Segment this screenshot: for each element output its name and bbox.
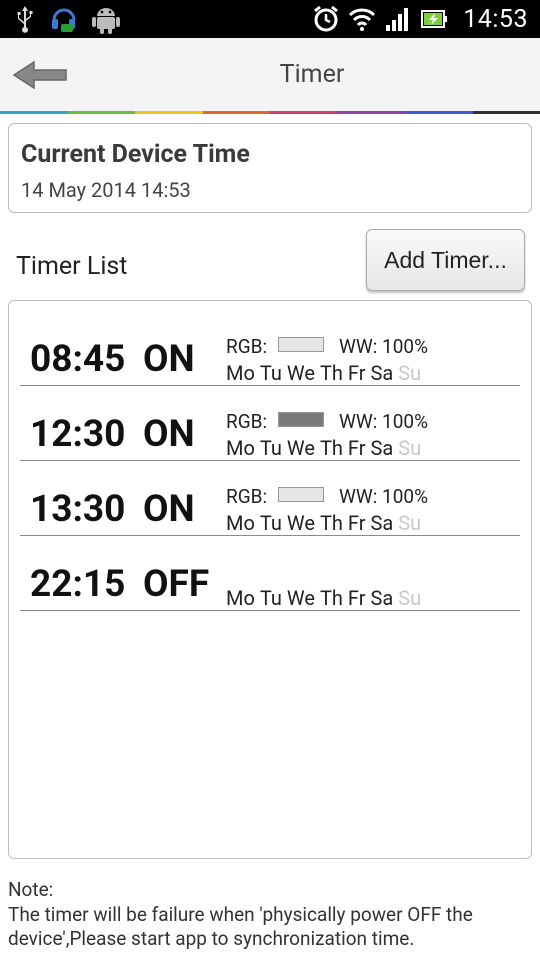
day-label: Sa (370, 511, 394, 535)
status-clock: 14:53 (463, 4, 528, 34)
device-time-label: Current Device Time (21, 140, 250, 169)
day-label: We (286, 361, 315, 385)
timer-time: 22:15 (30, 563, 126, 606)
android-icon (92, 4, 120, 34)
divider-segment (270, 111, 338, 114)
day-label: Su (398, 511, 422, 535)
day-label: Mo (226, 436, 255, 460)
timer-row[interactable]: 12:30 ON RGB: WW: 100% Mo Tu We Th Fr Sa Su (20, 386, 520, 461)
day-label: Tu (259, 586, 282, 610)
day-label: Th (319, 586, 343, 610)
day-label: Th (319, 511, 343, 535)
note-text: The timer will be failure when 'physical… (8, 902, 473, 951)
timer-list-title: Timer List (16, 252, 128, 281)
headset-notification-icon (50, 4, 78, 34)
day-label: Mo (226, 361, 255, 385)
usb-icon (14, 5, 36, 33)
rgb-color-swatch (278, 337, 324, 352)
divider-segment (202, 111, 270, 114)
device-time-card: Current Device Time 14 May 2014 14:53 (8, 123, 532, 213)
wifi-icon (349, 7, 376, 31)
day-label: Fr (347, 436, 366, 460)
divider-segment (405, 111, 473, 114)
timer-days: Mo Tu We Th Fr Sa Su (226, 586, 426, 610)
day-label: We (286, 586, 315, 610)
timer-days: Mo Tu We Th Fr Sa Su (226, 511, 426, 535)
rgb-label: RGB: (226, 410, 268, 433)
day-label: Sa (370, 361, 394, 385)
ww-level: WW: 100% (339, 335, 428, 358)
note: Note: The timer will be failure when 'ph… (8, 878, 534, 952)
day-label: Mo (226, 511, 255, 535)
rgb-label: RGB: (226, 485, 268, 508)
day-label: We (286, 511, 315, 535)
page-title: Timer (279, 60, 345, 89)
timer-days: Mo Tu We Th Fr Sa Su (226, 361, 426, 385)
timer-list: 08:45 ON RGB: WW: 100% Mo Tu We Th Fr Sa Su 12:30 ON… (8, 300, 532, 859)
divider-segment (135, 111, 203, 114)
day-label: We (286, 436, 315, 460)
day-label: Fr (347, 361, 366, 385)
ww-level: WW: 100% (339, 485, 428, 508)
timer-row[interactable]: 22:15 OFF Mo Tu We Th Fr Sa Su (20, 536, 520, 611)
timer-time: 13:30 (30, 488, 126, 531)
day-label: Sa (370, 436, 394, 460)
timer-time: 12:30 (30, 413, 126, 456)
battery-charging-icon (421, 9, 448, 29)
timer-row[interactable]: 13:30 ON RGB: WW: 100% Mo Tu We Th Fr Sa Su (20, 461, 520, 536)
day-label: Tu (259, 436, 282, 460)
day-label: Th (319, 361, 343, 385)
divider-segment (337, 111, 405, 114)
day-label: Fr (347, 586, 366, 610)
timer-state: OFF (143, 563, 210, 606)
timer-days: Mo Tu We Th Fr Sa Su (226, 436, 426, 460)
divider-segment (472, 111, 540, 114)
title-bar: Timer (0, 38, 540, 112)
rgb-color-swatch (278, 487, 324, 502)
timer-state: ON (143, 488, 195, 531)
day-label: Sa (370, 586, 394, 610)
timer-state: ON (143, 413, 195, 456)
title-divider (0, 111, 540, 114)
rgb-label: RGB: (226, 335, 268, 358)
status-bar: 14:53 (0, 0, 540, 38)
day-label: Tu (259, 361, 282, 385)
device-time-value: 14 May 2014 14:53 (21, 178, 191, 202)
rgb-color-swatch (278, 412, 324, 427)
day-label: Th (319, 436, 343, 460)
divider-segment (0, 111, 68, 114)
day-label: Su (398, 586, 422, 610)
day-label: Mo (226, 586, 255, 610)
day-label: Su (398, 436, 422, 460)
add-timer-button[interactable]: Add Timer... (366, 229, 525, 291)
day-label: Tu (259, 511, 282, 535)
signal-icon (385, 7, 411, 31)
day-label: Su (398, 361, 422, 385)
ww-level: WW: 100% (339, 410, 428, 433)
note-heading: Note: (8, 878, 54, 901)
timer-row[interactable]: 08:45 ON RGB: WW: 100% Mo Tu We Th Fr Sa Su (20, 311, 520, 386)
day-label: Fr (347, 511, 366, 535)
alarm-clock-icon (313, 5, 339, 33)
timer-state: ON (143, 338, 195, 381)
divider-segment (67, 111, 135, 114)
timer-time: 08:45 (30, 338, 126, 381)
